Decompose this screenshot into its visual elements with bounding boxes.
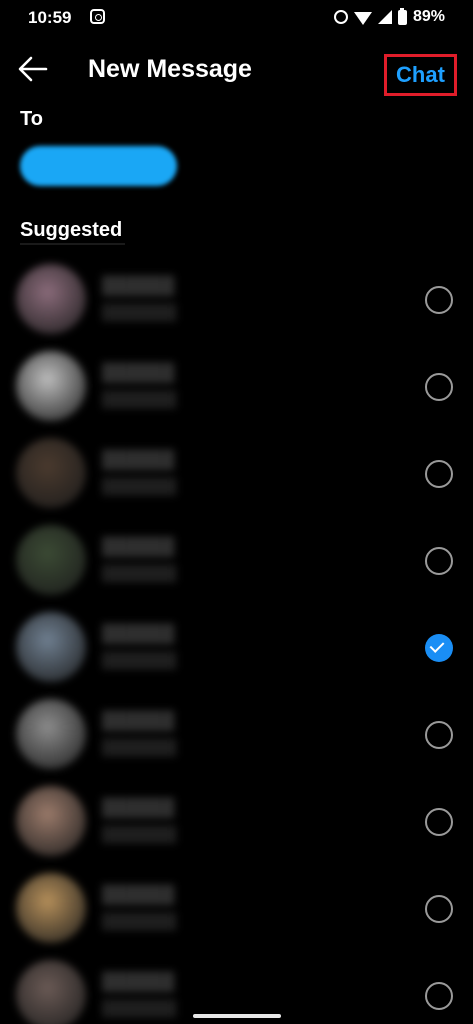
checkmark-icon (429, 638, 445, 653)
contact-info-blurred: ██████ ███████ (102, 972, 176, 1017)
select-checkbox[interactable] (425, 895, 453, 923)
contact-info-blurred: ██████ ███████ (102, 798, 176, 843)
contact-info-blurred: ██████ ███████ (102, 885, 176, 930)
contact-username-placeholder: ███████ (102, 1000, 177, 1017)
select-checkbox[interactable] (425, 547, 453, 575)
contact-row[interactable]: ██████ ███████ (0, 256, 473, 343)
select-checkbox[interactable] (425, 982, 453, 1010)
contact-username-placeholder: ███████ (102, 826, 177, 843)
divider (20, 243, 125, 245)
battery-icon (397, 7, 407, 25)
select-checkbox[interactable] (425, 460, 453, 488)
contact-list: ██████ ███████ ██████ ███████ ██████ ███████ █… (0, 256, 473, 1024)
contact-username-placeholder: ███████ (102, 652, 177, 669)
contact-name-placeholder: ██████ (102, 885, 175, 904)
contact-name-placeholder: ██████ (102, 450, 175, 469)
select-checkbox[interactable] (425, 721, 453, 749)
page-title: New Message (88, 55, 252, 83)
contact-name-placeholder: ██████ (102, 363, 175, 382)
contact-username-placeholder: ███████ (102, 304, 177, 321)
avatar (16, 960, 86, 1024)
contact-username-placeholder: ███████ (102, 565, 177, 582)
select-checkbox[interactable] (425, 808, 453, 836)
chat-button[interactable]: Chat (384, 54, 457, 96)
signal-icon (377, 10, 392, 24)
contact-info-blurred: ██████ ███████ (102, 537, 176, 582)
contact-name-placeholder: ██████ (102, 624, 175, 643)
contact-row[interactable]: ██████ ███████ (0, 778, 473, 865)
wifi-icon (353, 11, 372, 25)
contact-info-blurred: ██████ ███████ (102, 450, 176, 495)
avatar (16, 264, 86, 334)
avatar (16, 525, 86, 595)
status-bar: 10:59 89% (0, 0, 473, 36)
contact-name-placeholder: ██████ (102, 537, 175, 556)
contact-info-blurred: ██████ ███████ (102, 624, 176, 669)
contact-username-placeholder: ███████ (102, 739, 177, 756)
to-label: To (20, 108, 43, 130)
select-checkbox[interactable] (425, 286, 453, 314)
header: New Message Chat (0, 40, 473, 100)
selected-checkbox[interactable] (425, 634, 453, 662)
battery-percentage: 89% (412, 8, 445, 25)
status-time: 10:59 (28, 8, 72, 27)
contact-row[interactable]: ██████ ███████ (0, 865, 473, 952)
contact-row[interactable]: ██████ ███████ (0, 691, 473, 778)
home-indicator[interactable] (193, 1014, 281, 1018)
contact-name-placeholder: ██████ (102, 972, 175, 991)
contact-row[interactable]: ██████ ███████ (0, 517, 473, 604)
recipient-chip[interactable] (20, 146, 177, 186)
contact-info-blurred: ██████ ███████ (102, 276, 176, 321)
avatar (16, 873, 86, 943)
back-arrow-icon[interactable] (18, 56, 48, 82)
avatar (16, 699, 86, 769)
contact-username-placeholder: ███████ (102, 478, 177, 495)
contact-name-placeholder: ██████ (102, 798, 175, 817)
contact-info-blurred: ██████ ███████ (102, 711, 176, 756)
contact-row[interactable]: ██████ ███████ (0, 430, 473, 517)
avatar (16, 351, 86, 421)
suggested-heading: Suggested (20, 219, 123, 241)
instagram-notification-icon (90, 9, 105, 24)
contact-row[interactable]: ██████ ███████ (0, 604, 473, 691)
contact-name-placeholder: ██████ (102, 276, 175, 295)
contact-name-placeholder: ██████ (102, 711, 175, 730)
avatar (16, 438, 86, 508)
contact-username-placeholder: ███████ (102, 913, 177, 930)
select-checkbox[interactable] (425, 373, 453, 401)
status-icons: 89% (333, 7, 445, 26)
contact-username-placeholder: ███████ (102, 391, 177, 408)
contact-row[interactable]: ██████ ███████ (0, 343, 473, 430)
avatar (16, 786, 86, 856)
alarm-icon (333, 10, 348, 24)
avatar (16, 612, 86, 682)
contact-info-blurred: ██████ ███████ (102, 363, 176, 408)
